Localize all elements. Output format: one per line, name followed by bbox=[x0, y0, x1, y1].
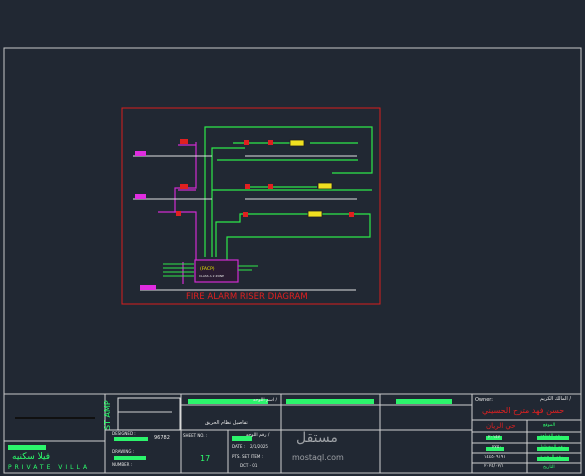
date-value: 2/1/2025 bbox=[250, 444, 268, 449]
sheet-no-label: SHEET NO. : bbox=[183, 433, 208, 438]
facp-sublabel: CLASS A 2 ZONE bbox=[199, 274, 225, 278]
watermark-en: mostaql.com bbox=[292, 453, 344, 462]
project-name-en: PRIVATE VILLA bbox=[8, 464, 91, 471]
owner-name-ar: حسن فهد مترح الحسيني bbox=[482, 406, 565, 415]
diagram-title: FIRE ALARM RISER DIAGRAM bbox=[186, 292, 308, 302]
date-value-ar: ٢٠٢٤/٠٢/١ bbox=[484, 464, 504, 469]
plot-value: ٢٠١٤٧ bbox=[488, 435, 501, 440]
watermark-ar: مستقل bbox=[296, 430, 338, 446]
date-label: DATE : bbox=[232, 444, 246, 449]
logo-box bbox=[117, 397, 181, 431]
row-label-plot: رقم القطعة bbox=[540, 434, 562, 439]
floor-marker bbox=[140, 285, 156, 290]
loop-wiring bbox=[204, 126, 373, 260]
vertical-label: ST AMP bbox=[103, 400, 112, 430]
floor-marker bbox=[135, 194, 146, 199]
project-bar bbox=[15, 417, 95, 419]
permit-value: ١٤٤٥٠٩١٩١ bbox=[484, 455, 506, 460]
sheet-label-ar: رقم اللوحه / bbox=[246, 433, 270, 438]
drawing-title-label-ar: اسم اللوحه / bbox=[253, 398, 278, 403]
project-name-ar: فيلا سكنيه bbox=[12, 452, 51, 462]
area-value: ٢٢٥٠ bbox=[492, 445, 502, 450]
number-label: NUMBER : bbox=[112, 462, 133, 467]
diagram-frame bbox=[121, 107, 381, 305]
drawing-label: DRAWING : bbox=[112, 449, 135, 454]
owner-label-ar: المالك الكريم / bbox=[540, 396, 572, 402]
location-ar: حي الريان bbox=[486, 422, 516, 430]
facp-label: (FACP) bbox=[200, 267, 215, 272]
designed-label: DESIGNED : bbox=[112, 431, 136, 436]
number-value: 96782 bbox=[154, 435, 170, 441]
floor-marker bbox=[135, 151, 146, 156]
alarm-devices bbox=[176, 139, 354, 217]
row-label-date: التاريخ bbox=[543, 465, 555, 470]
drawing-title-ar: تفاصيل نظام الحريق bbox=[205, 420, 248, 426]
row-label-permit: رقم الرخصة bbox=[540, 455, 563, 460]
row-label-plan: رقم المخطط bbox=[540, 445, 565, 450]
item-value: DCT - 01 bbox=[240, 463, 258, 468]
smoke-detectors bbox=[289, 139, 333, 218]
row-label-location: الموقع bbox=[543, 423, 556, 428]
owner-label: Owner: bbox=[475, 397, 493, 403]
drawing-canvas[interactable] bbox=[0, 0, 585, 476]
sheet-no-value: 17 bbox=[200, 454, 211, 463]
item-label: PTS. SET ITEM : bbox=[232, 454, 263, 459]
